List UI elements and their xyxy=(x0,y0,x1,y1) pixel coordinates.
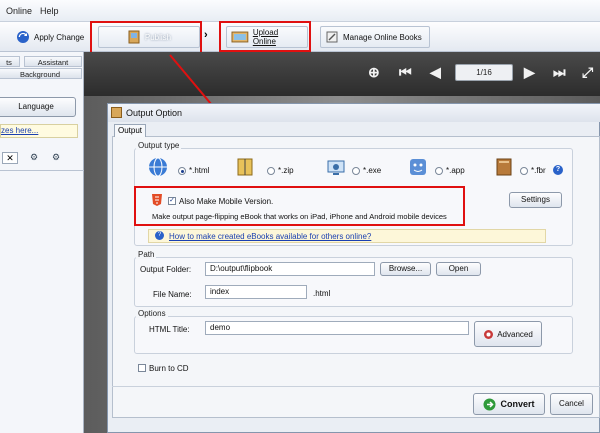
dialog-title: Output Option xyxy=(108,104,600,122)
settings-button[interactable]: Settings xyxy=(509,192,562,208)
radio-exe[interactable] xyxy=(352,167,360,175)
html-title-field[interactable]: demo xyxy=(205,321,469,335)
app-format-icon xyxy=(410,159,426,175)
options-label: Options xyxy=(136,309,168,318)
cancel-button[interactable]: Cancel xyxy=(550,393,593,415)
tab-output[interactable]: Output xyxy=(114,124,146,137)
radio-app-label: *.app xyxy=(446,166,465,175)
burn-to-cd-checkbox[interactable] xyxy=(138,364,146,372)
exe-format-icon xyxy=(327,160,345,175)
path-label: Path xyxy=(136,250,157,259)
dialog-divider xyxy=(112,386,600,387)
html-format-icon xyxy=(149,157,167,177)
output-folder-label: Output Folder: xyxy=(140,265,192,274)
fbr-format-icon xyxy=(496,158,512,176)
radio-fbr-label: *.fbr xyxy=(531,166,546,175)
radio-zip-label: *.zip xyxy=(278,166,294,175)
convert-arrow-icon xyxy=(483,398,496,410)
convert-label: Convert xyxy=(500,399,535,409)
open-button[interactable]: Open xyxy=(436,262,481,276)
radio-app[interactable] xyxy=(435,167,443,175)
dialog-app-icon xyxy=(111,107,122,118)
annotation-mobile-box xyxy=(134,186,465,226)
convert-button[interactable]: Convert xyxy=(473,393,545,415)
burn-to-cd-label: Burn to CD xyxy=(149,364,189,373)
info-icon: ? xyxy=(155,231,164,240)
file-extension: .html xyxy=(313,289,331,298)
advanced-icon xyxy=(484,329,494,339)
output-folder-field[interactable]: D:\output\flipbook xyxy=(205,262,375,276)
info-link[interactable]: How to make created eBooks available for… xyxy=(169,232,371,241)
radio-exe-label: *.exe xyxy=(363,166,382,175)
html-title-label: HTML Title: xyxy=(149,325,190,334)
radio-zip[interactable] xyxy=(267,167,275,175)
file-name-label: File Name: xyxy=(153,290,192,299)
radio-html-label: *.html xyxy=(189,166,210,175)
advanced-button[interactable]: Advanced xyxy=(474,321,542,347)
output-type-label: Output type xyxy=(136,141,182,150)
zip-format-icon xyxy=(237,158,253,176)
radio-html[interactable] xyxy=(178,167,186,175)
browse-button[interactable]: Browse... xyxy=(380,262,431,276)
file-name-field[interactable]: index xyxy=(205,285,307,299)
radio-fbr[interactable] xyxy=(520,167,528,175)
advanced-label: Advanced xyxy=(497,329,533,339)
help-icon[interactable]: ? xyxy=(553,165,563,175)
